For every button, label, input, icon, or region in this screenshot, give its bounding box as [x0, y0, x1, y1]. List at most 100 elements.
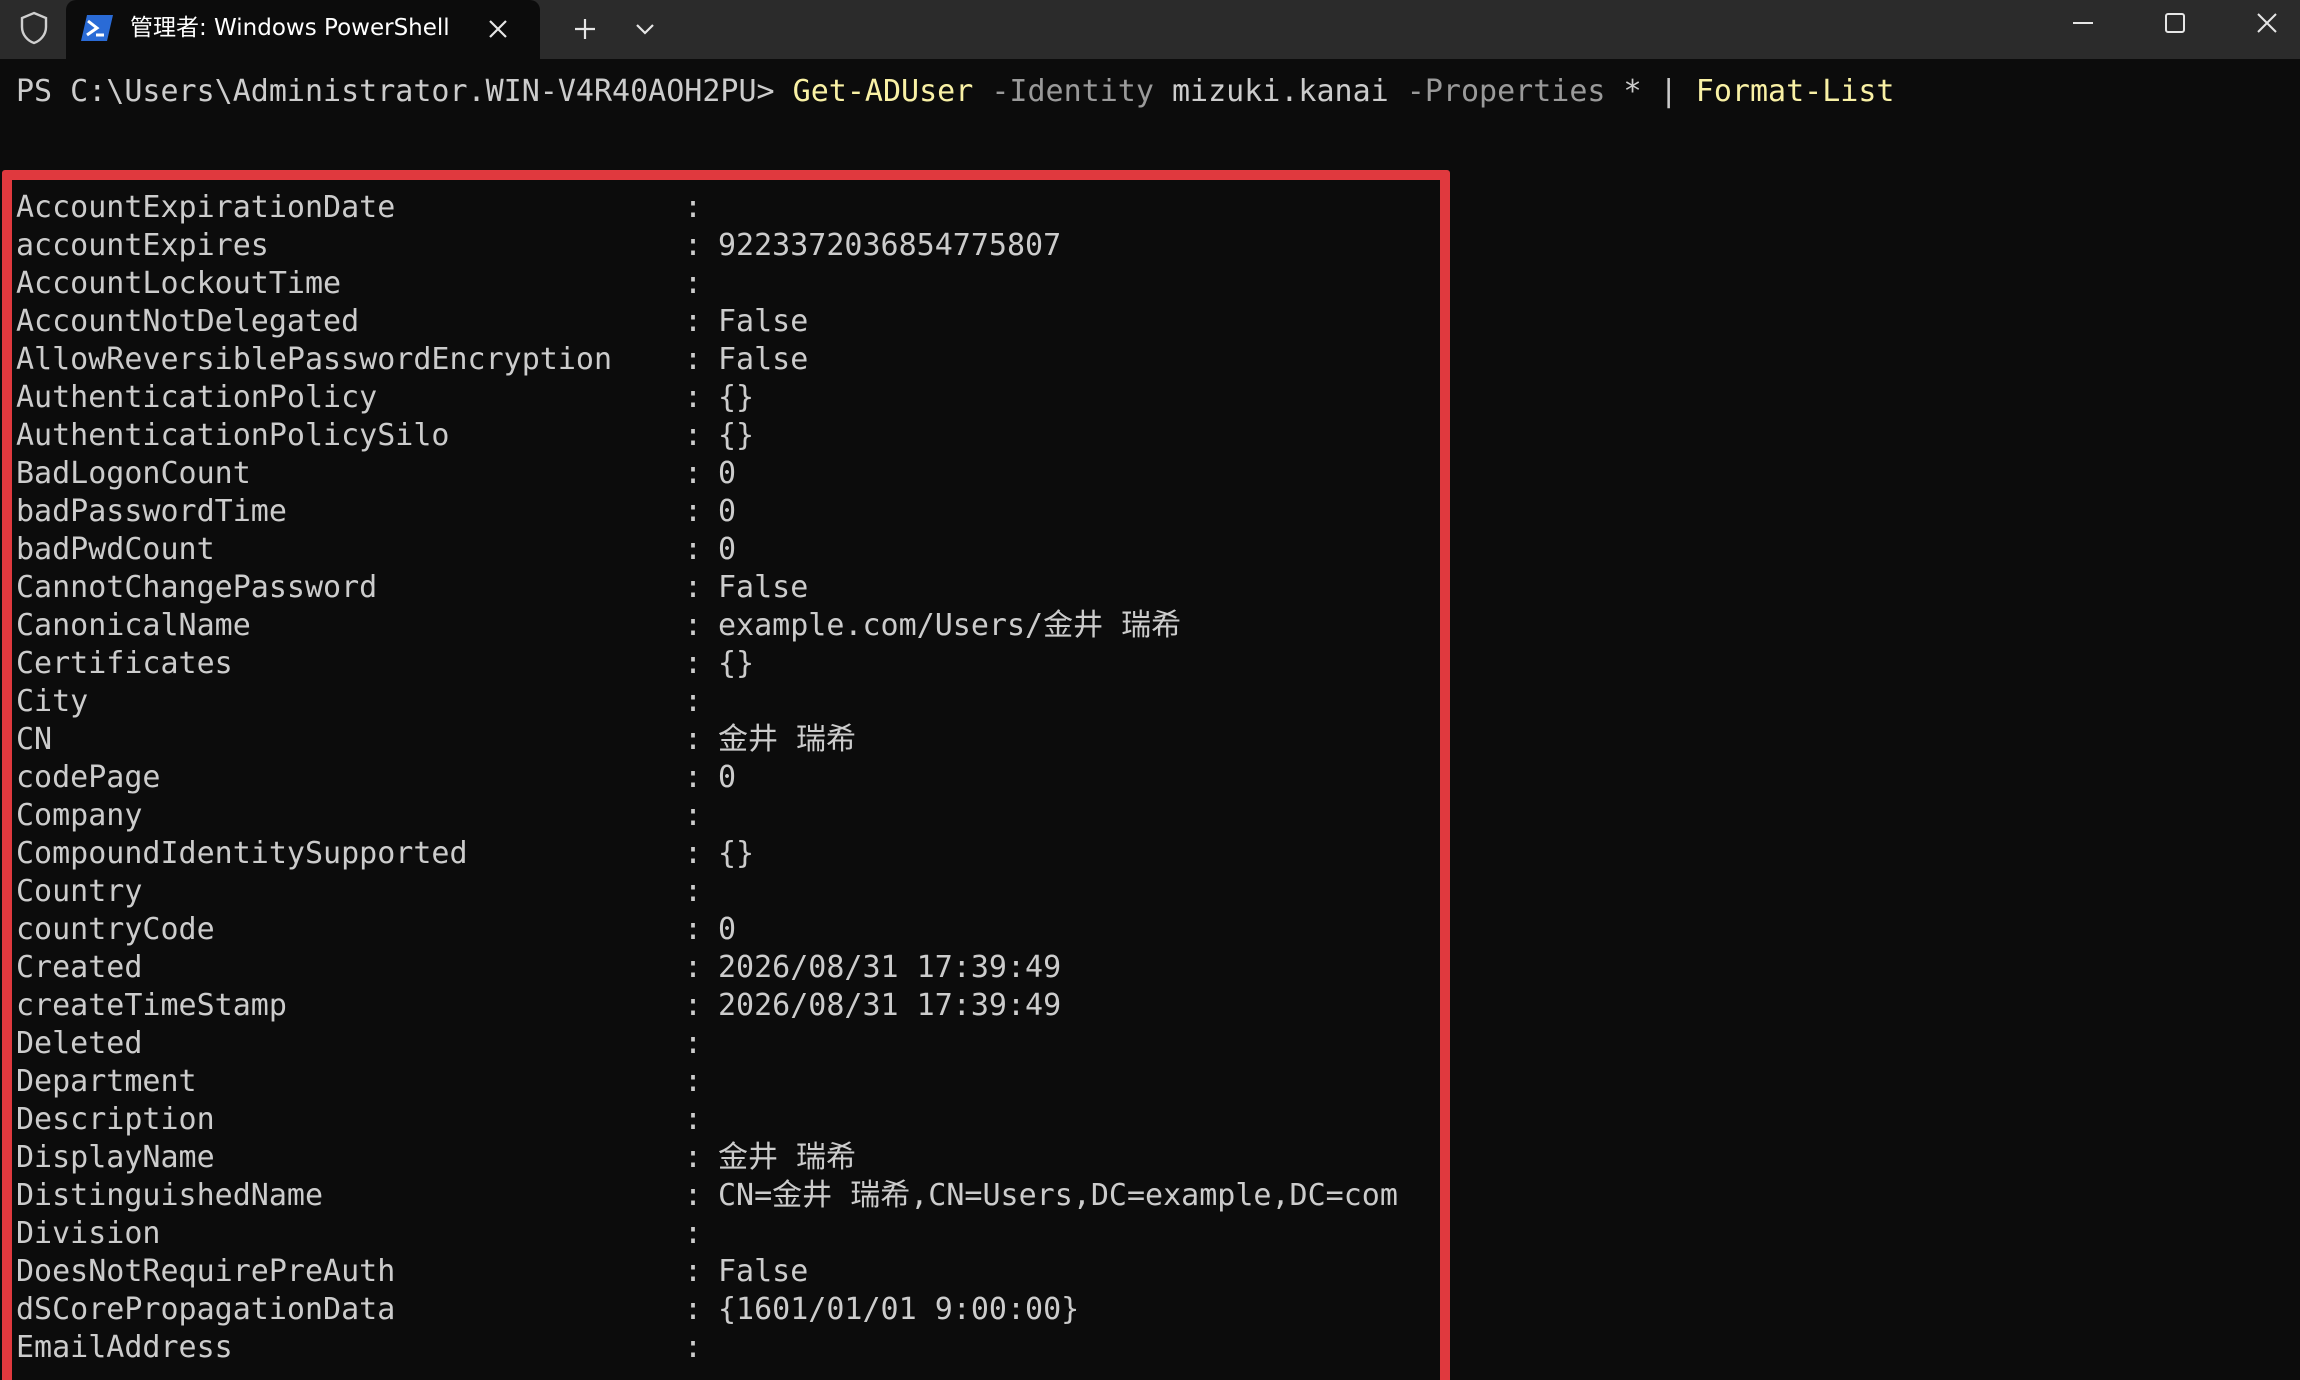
property-name: BadLogonCount: [16, 456, 251, 491]
property-row: DoesNotRequirePreAuth: False: [16, 1253, 1426, 1291]
close-icon: [2257, 13, 2277, 33]
close-icon: [489, 20, 507, 38]
minimize-button[interactable]: [2048, 0, 2118, 46]
property-value: CN=金井 瑞希,CN=Users,DC=example,DC=com: [718, 1178, 1398, 1213]
property-name: codePage: [16, 760, 161, 795]
property-value: {1601/01/01 9:00:00}: [718, 1292, 1080, 1327]
terminal-window: 管理者: Windows PowerShell PS C:\Users\Admi…: [0, 0, 2300, 1380]
property-name: accountExpires: [16, 228, 269, 263]
property-value: False: [718, 342, 809, 377]
property-separator: :: [684, 1026, 703, 1061]
property-value: False: [718, 1254, 809, 1289]
property-name: DisplayName: [16, 1140, 215, 1175]
plus-icon: [575, 19, 595, 39]
property-separator: :: [684, 684, 703, 719]
property-separator: :: [684, 380, 703, 415]
property-name: AuthenticationPolicy: [16, 380, 378, 415]
minimize-icon: [2073, 22, 2093, 24]
property-value: 2026/08/31 17:39:49: [718, 988, 1062, 1023]
close-window-button[interactable]: [2232, 0, 2300, 46]
command-line: PS C:\Users\Administrator.WIN-V4R40AOH2P…: [16, 73, 1894, 111]
property-separator: :: [684, 1140, 703, 1175]
property-row: createTimeStamp:2026/08/31 17:39:49: [16, 987, 1426, 1025]
property-row: DisplayName: 金井 瑞希: [16, 1139, 1426, 1177]
property-list: AccountExpirationDate: accountExpires:922…: [16, 189, 1426, 1367]
property-value: 2026/08/31 17:39:49: [718, 950, 1062, 985]
property-name: AccountExpirationDate: [16, 190, 396, 225]
property-row: BadLogonCount:0: [16, 455, 1426, 493]
property-separator: :: [684, 950, 703, 985]
property-value: False: [718, 570, 809, 605]
property-separator: :: [684, 1292, 703, 1327]
property-separator: :: [684, 1064, 703, 1099]
property-row: Department:: [16, 1063, 1426, 1101]
property-separator: :: [684, 760, 703, 795]
maximize-icon: [2165, 13, 2185, 33]
identity-value: mizuki.kanai: [1171, 74, 1389, 109]
property-separator: :: [684, 1102, 703, 1137]
property-row: Created:2026/08/31 17:39:49: [16, 949, 1426, 987]
property-row: AuthenticationPolicySilo: {}: [16, 417, 1426, 455]
property-row: Description:: [16, 1101, 1426, 1139]
terminal-output[interactable]: PS C:\Users\Administrator.WIN-V4R40AOH2P…: [0, 59, 2300, 1380]
command-name: Get-ADUser: [792, 74, 974, 109]
chevron-down-icon: [636, 24, 654, 35]
property-row: DistinguishedName: CN=金井 瑞希,CN=Users,DC=e…: [16, 1177, 1426, 1215]
property-row: Certificates: {}: [16, 645, 1426, 683]
close-tab-button[interactable]: [480, 11, 516, 47]
property-name: Department: [16, 1064, 197, 1099]
property-name: AllowReversiblePasswordEncryption: [16, 342, 613, 377]
property-separator: :: [684, 988, 703, 1023]
property-separator: :: [684, 418, 703, 453]
pipe-command: Format-List: [1695, 74, 1895, 109]
property-name: Country: [16, 874, 143, 909]
property-name: Certificates: [16, 646, 233, 681]
tab-powershell[interactable]: 管理者: Windows PowerShell: [66, 0, 540, 59]
property-name: Created: [16, 950, 143, 985]
prompt: PS C:\Users\Administrator.WIN-V4R40AOH2P…: [16, 74, 775, 109]
property-row: badPasswordTime:0: [16, 493, 1426, 531]
property-row: CN: 金井 瑞希: [16, 721, 1426, 759]
property-value: 金井 瑞希: [718, 1140, 857, 1175]
title-bar[interactable]: 管理者: Windows PowerShell: [0, 0, 2300, 59]
property-value: 0: [718, 760, 737, 795]
property-value: False: [718, 304, 809, 339]
parameter-identity: -Identity: [991, 74, 1154, 109]
property-separator: :: [684, 798, 703, 833]
tab-dropdown-button[interactable]: [626, 10, 664, 48]
new-tab-button[interactable]: [566, 10, 604, 48]
property-row: AllowReversiblePasswordEncryption: False: [16, 341, 1426, 379]
property-name: badPasswordTime: [16, 494, 287, 529]
property-row: accountExpires:9223372036854775807: [16, 227, 1426, 265]
property-row: AccountLockoutTime:: [16, 265, 1426, 303]
property-row: Deleted:: [16, 1025, 1426, 1063]
property-row: City:: [16, 683, 1426, 721]
parameter-properties: -Properties: [1406, 74, 1606, 109]
property-separator: :: [684, 190, 703, 225]
property-name: Company: [16, 798, 143, 833]
property-separator: :: [684, 342, 703, 377]
property-separator: :: [684, 1330, 703, 1365]
property-name: AccountNotDelegated: [16, 304, 360, 339]
property-row: Division:: [16, 1215, 1426, 1253]
property-row: dSCorePropagationData: {1601/01/01 9:00:0…: [16, 1291, 1426, 1329]
powershell-icon: [80, 14, 114, 42]
maximize-button[interactable]: [2140, 0, 2210, 46]
property-separator: :: [684, 456, 703, 491]
property-row: EmailAddress:: [16, 1329, 1426, 1367]
property-separator: :: [684, 1178, 703, 1213]
property-value: 9223372036854775807: [718, 228, 1062, 263]
shield-icon: [16, 10, 52, 46]
property-name: badPwdCount: [16, 532, 215, 567]
property-value: 金井 瑞希: [718, 722, 857, 757]
property-name: CompoundIdentitySupported: [16, 836, 468, 871]
property-row: Country:: [16, 873, 1426, 911]
property-name: Division: [16, 1216, 161, 1251]
property-separator: :: [684, 532, 703, 567]
property-name: CannotChangePassword: [16, 570, 378, 605]
property-name: CN: [16, 722, 53, 757]
property-row: AuthenticationPolicy: {}: [16, 379, 1426, 417]
property-value: 0: [718, 532, 737, 567]
property-value: 0: [718, 494, 737, 529]
property-row: badPwdCount:0: [16, 531, 1426, 569]
